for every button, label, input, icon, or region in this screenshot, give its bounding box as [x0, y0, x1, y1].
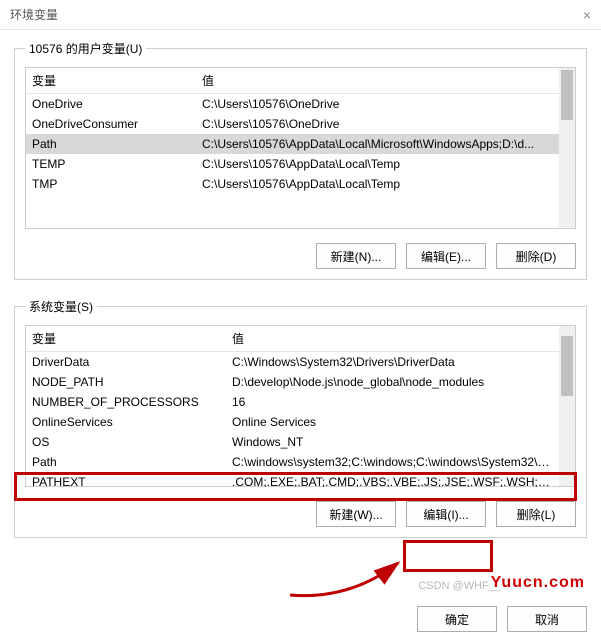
header-value[interactable]: 值 [196, 68, 575, 93]
table-row[interactable]: OneDriveC:\Users\10576\OneDrive [26, 94, 575, 114]
table-row[interactable]: OneDriveConsumerC:\Users\10576\OneDrive [26, 114, 575, 134]
window-title: 环境变量 [10, 6, 583, 23]
header-value[interactable]: 值 [226, 326, 575, 351]
watermark-main: Yuucn.com [491, 574, 585, 592]
user-variables-section: 10576 的用户变量(U) 变量 值 OneDriveC:\Users\105… [14, 40, 587, 280]
system-delete-button[interactable]: 删除(L) [496, 501, 576, 527]
var-name: NUMBER_OF_PROCESSORS [26, 392, 226, 412]
system-edit-button[interactable]: 编辑(I)... [406, 501, 486, 527]
var-value: C:\windows\system32;C:\windows;C:\window… [226, 452, 559, 472]
var-name: NODE_PATH [26, 372, 226, 392]
table-row[interactable]: TEMPC:\Users\10576\AppData\Local\Temp [26, 154, 575, 174]
user-edit-button[interactable]: 编辑(E)... [406, 243, 486, 269]
var-name: Path [26, 134, 196, 154]
system-variables-table[interactable]: 变量 值 DriverDataC:\Windows\System32\Drive… [25, 325, 576, 487]
table-row[interactable]: OSWindows_NT [26, 432, 559, 452]
user-variables-table[interactable]: 变量 值 OneDriveC:\Users\10576\OneDriveOneD… [25, 67, 576, 229]
var-value: C:\Windows\System32\Drivers\DriverData [226, 352, 559, 372]
table-header: 变量 值 [26, 326, 575, 352]
var-value: C:\Users\10576\AppData\Local\Temp [196, 174, 575, 194]
var-value: Online Services [226, 412, 559, 432]
var-value: C:\Users\10576\AppData\Local\Microsoft\W… [196, 134, 575, 154]
var-value: .COM;.EXE;.BAT;.CMD;.VBS;.VBE;.JS;.JSE;.… [226, 472, 559, 487]
var-value: D:\develop\Node.js\node_global\node_modu… [226, 372, 559, 392]
table-row[interactable]: PathC:\Users\10576\AppData\Local\Microso… [26, 134, 575, 154]
var-name: OneDriveConsumer [26, 114, 196, 134]
system-section-legend: 系统变量(S) [25, 298, 97, 315]
table-row[interactable]: TMPC:\Users\10576\AppData\Local\Temp [26, 174, 575, 194]
user-scrollbar[interactable] [559, 68, 575, 228]
cancel-button[interactable]: 取消 [507, 606, 587, 632]
table-row[interactable]: PATHEXT.COM;.EXE;.BAT;.CMD;.VBS;.VBE;.JS… [26, 472, 559, 487]
var-name: OneDrive [26, 94, 196, 114]
table-row[interactable]: OnlineServicesOnline Services [26, 412, 559, 432]
var-name: Path [26, 452, 226, 472]
user-new-button[interactable]: 新建(N)... [316, 243, 396, 269]
annotation-highlight-button [403, 540, 493, 572]
titlebar: 环境变量 × [0, 0, 601, 30]
ok-button[interactable]: 确定 [417, 606, 497, 632]
system-new-button[interactable]: 新建(W)... [316, 501, 396, 527]
user-delete-button[interactable]: 删除(D) [496, 243, 576, 269]
table-row[interactable]: NODE_PATHD:\develop\Node.js\node_global\… [26, 372, 559, 392]
system-scrollbar[interactable] [559, 326, 575, 486]
var-name: OS [26, 432, 226, 452]
var-name: TMP [26, 174, 196, 194]
table-row[interactable]: NUMBER_OF_PROCESSORS16 [26, 392, 559, 412]
var-value: C:\Users\10576\OneDrive [196, 94, 575, 114]
watermark-small: CSDN @WHF__ [418, 580, 501, 592]
header-variable[interactable]: 变量 [26, 326, 226, 351]
header-variable[interactable]: 变量 [26, 68, 196, 93]
var-name: DriverData [26, 352, 226, 372]
var-value: C:\Users\10576\AppData\Local\Temp [196, 154, 575, 174]
var-name: PATHEXT [26, 472, 226, 487]
table-row[interactable]: PathC:\windows\system32;C:\windows;C:\wi… [26, 452, 559, 472]
var-value: 16 [226, 392, 559, 412]
user-section-legend: 10576 的用户变量(U) [25, 40, 146, 57]
var-value: Windows_NT [226, 432, 559, 452]
var-name: TEMP [26, 154, 196, 174]
var-value: C:\Users\10576\OneDrive [196, 114, 575, 134]
annotation-arrow-icon [280, 555, 420, 605]
table-header: 变量 值 [26, 68, 575, 94]
table-row[interactable]: DriverDataC:\Windows\System32\Drivers\Dr… [26, 352, 559, 372]
system-variables-section: 系统变量(S) 变量 值 DriverDataC:\Windows\System… [14, 298, 587, 538]
var-name: OnlineServices [26, 412, 226, 432]
close-icon[interactable]: × [583, 7, 591, 23]
